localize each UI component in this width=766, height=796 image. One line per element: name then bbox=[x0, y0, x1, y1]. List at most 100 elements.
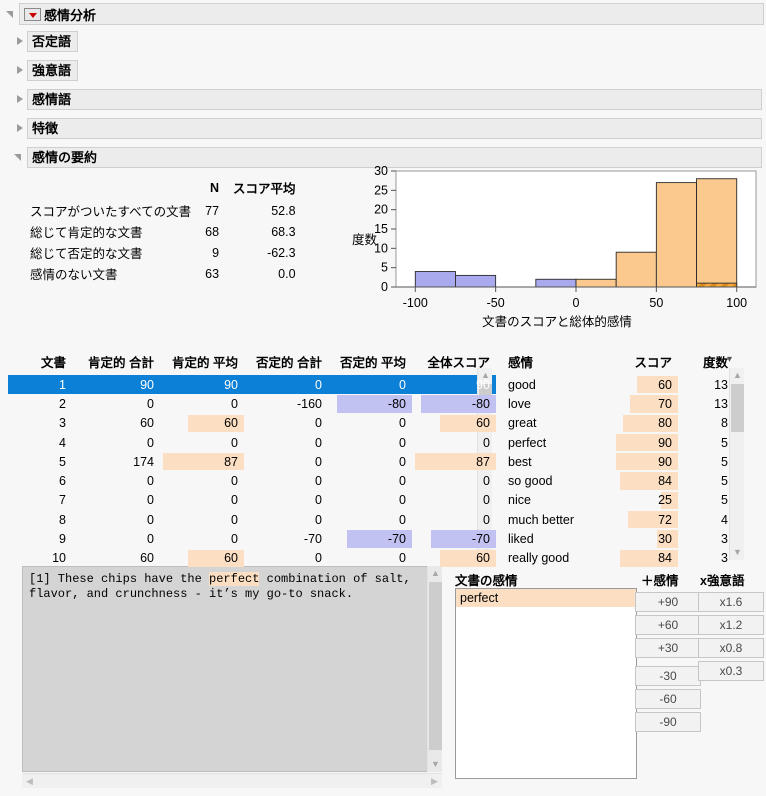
sentiment-terms-table[interactable]: 感情 スコア 度数 good 60 13 love 70 13 great 80 8 perfec… bbox=[508, 352, 730, 568]
scroll-up-icon[interactable]: ▲ bbox=[428, 566, 443, 581]
cell-value: -70 bbox=[303, 532, 322, 547]
table-row[interactable]: 1 90 90 0 0 90 bbox=[8, 375, 496, 395]
cell-value: 0 bbox=[147, 512, 154, 527]
cell-value: 10 bbox=[52, 551, 66, 566]
cell-count: 8 bbox=[678, 414, 730, 433]
disclosure-triangle-icon[interactable] bbox=[14, 65, 25, 76]
scrollbar-thumb[interactable] bbox=[429, 582, 442, 750]
sentiment-table-scrollbar[interactable]: ▲ ▼ bbox=[729, 368, 744, 560]
disclosure-triangle-icon[interactable] bbox=[14, 36, 25, 47]
amplifier-button-0-3[interactable]: x0.3 bbox=[698, 661, 764, 681]
chevron-down-icon[interactable]: ▾ bbox=[727, 354, 732, 365]
cell-value: 0 bbox=[399, 435, 406, 450]
column-header-neg-avg[interactable]: 否定的 平均 bbox=[328, 352, 412, 375]
score-button-plus-60[interactable]: +60 bbox=[635, 615, 701, 635]
cell-neg-avg: 0 bbox=[328, 414, 412, 433]
summary-statistics-table: N スコア平均 スコアがついたすべての文書 77 52.8 総じて肯定的な文書 … bbox=[30, 178, 296, 284]
cell-value: good bbox=[508, 377, 536, 392]
score-button-minus-60[interactable]: -60 bbox=[635, 689, 701, 709]
scroll-down-icon[interactable]: ▼ bbox=[730, 545, 745, 560]
score-button-plus-90[interactable]: +90 bbox=[635, 592, 701, 612]
stat-n: 77 bbox=[205, 203, 220, 218]
cell-pos-avg: 0 bbox=[160, 510, 244, 529]
score-button-minus-30[interactable]: -30 bbox=[635, 666, 701, 686]
scroll-down-icon[interactable]: ▼ bbox=[428, 757, 443, 772]
section-features[interactable]: 特徴 bbox=[10, 118, 762, 139]
cell-score: 84 bbox=[616, 549, 678, 568]
cell-neg-avg: 0 bbox=[328, 491, 412, 510]
list-item[interactable]: perfect bbox=[456, 589, 636, 607]
window-disclosure-triangle[interactable] bbox=[6, 9, 17, 20]
scroll-right-icon[interactable]: ▶ bbox=[427, 774, 442, 789]
cell-term: nice bbox=[508, 491, 616, 510]
table-header-row: 感情 スコア 度数 bbox=[508, 352, 730, 375]
scrollbar-thumb[interactable] bbox=[731, 384, 744, 432]
amplifier-button-1-6[interactable]: x1.6 bbox=[698, 592, 764, 612]
table-row[interactable]: 7 0 0 0 0 0 bbox=[8, 491, 496, 510]
title-bar: 感情分析 bbox=[19, 3, 764, 25]
scroll-left-icon[interactable]: ◀ bbox=[22, 774, 37, 789]
score-button-minus-90[interactable]: -90 bbox=[635, 712, 701, 732]
disclosure-triangle-icon[interactable] bbox=[14, 123, 25, 134]
column-header-pos-avg[interactable]: 肯定的 平均 bbox=[160, 352, 244, 375]
table-row[interactable]: 8 0 0 0 0 0 bbox=[8, 510, 496, 529]
table-row[interactable]: so good 84 5 bbox=[508, 471, 730, 490]
svg-text:-100: -100 bbox=[403, 296, 428, 310]
table-row[interactable]: 6 0 0 0 0 0 bbox=[8, 471, 496, 490]
cell-term: love bbox=[508, 394, 616, 413]
amplifier-button-0-8[interactable]: x0.8 bbox=[698, 638, 764, 658]
column-header-count[interactable]: 度数 bbox=[678, 352, 730, 375]
column-header-score[interactable]: スコア bbox=[616, 352, 678, 375]
table-row[interactable]: 2 0 0 -160 -80 -80 bbox=[8, 394, 496, 413]
table-row[interactable]: 5 174 87 0 0 87 bbox=[8, 452, 496, 471]
table-row[interactable]: liked 30 3 bbox=[508, 529, 730, 548]
table-row[interactable]: much better 72 4 bbox=[508, 510, 730, 529]
table-row[interactable]: 9 0 0 -70 -70 -70 bbox=[8, 529, 496, 548]
cell-count: 5 bbox=[678, 452, 730, 471]
table-row[interactable]: great 80 8 bbox=[508, 414, 730, 433]
column-header-doc[interactable]: 文書 bbox=[8, 352, 72, 375]
text-viewer-hscrollbar[interactable]: ◀ ▶ bbox=[22, 773, 442, 788]
table-row[interactable]: love 70 13 bbox=[508, 394, 730, 413]
column-header-neg-sum[interactable]: 否定的 合計 bbox=[244, 352, 328, 375]
amplifier-button-1-2[interactable]: x1.2 bbox=[698, 615, 764, 635]
text-viewer-vscrollbar[interactable]: ▲ ▼ bbox=[427, 566, 442, 772]
stat-mean: 52.8 bbox=[271, 203, 296, 218]
score-button-plus-30[interactable]: +30 bbox=[635, 638, 701, 658]
cell-pos-avg: 0 bbox=[160, 529, 244, 548]
cell-neg-avg: 0 bbox=[328, 433, 412, 452]
document-scores-table[interactable]: 文書 肯定的 合計 肯定的 平均 否定的 合計 否定的 平均 全体スコア 1 90… bbox=[8, 352, 496, 568]
cell-value: 0 bbox=[483, 512, 490, 527]
table-row[interactable]: nice 25 5 bbox=[508, 491, 730, 510]
section-sentiment-terms[interactable]: 感情語 bbox=[10, 89, 762, 110]
table-row[interactable]: 3 60 60 0 0 60 bbox=[8, 414, 496, 433]
table-row[interactable]: perfect 90 5 bbox=[508, 433, 730, 452]
svg-text:10: 10 bbox=[374, 241, 388, 255]
cell-value: 3 bbox=[721, 551, 728, 566]
stat-label: 感情のない文書 bbox=[30, 268, 118, 282]
cell-value: 60 bbox=[224, 551, 238, 566]
column-header-term[interactable]: 感情 bbox=[508, 352, 616, 375]
table-row[interactable]: good 60 13 bbox=[508, 375, 730, 394]
disclosure-triangle-icon[interactable] bbox=[14, 94, 25, 105]
cell-overall: -70 bbox=[412, 529, 496, 548]
cell-value: 0 bbox=[399, 474, 406, 489]
cell-value: 90 bbox=[224, 377, 238, 392]
disclosure-triangle-icon[interactable] bbox=[14, 152, 25, 163]
section-intensifier[interactable]: 強意語 bbox=[10, 60, 762, 81]
doc-sentiment-list[interactable]: perfect bbox=[455, 588, 637, 779]
scroll-up-icon[interactable]: ▲ bbox=[730, 368, 745, 383]
document-text-viewer[interactable]: [1] These chips have the perfect combina… bbox=[22, 566, 440, 772]
section-negation[interactable]: 否定語 bbox=[10, 31, 762, 52]
table-row[interactable]: 4 0 0 0 0 0 bbox=[8, 433, 496, 452]
cell-value: 5 bbox=[721, 454, 728, 469]
table-row[interactable]: really good 84 3 bbox=[508, 549, 730, 568]
red-triangle-menu-icon[interactable] bbox=[24, 7, 41, 21]
cell-pos-sum: 0 bbox=[72, 491, 160, 510]
cell-value: 0 bbox=[315, 416, 322, 431]
cell-pos-avg: 87 bbox=[160, 452, 244, 471]
column-header-pos-sum[interactable]: 肯定的 合計 bbox=[72, 352, 160, 375]
section-label: 強意語 bbox=[27, 60, 79, 81]
table-row[interactable]: best 90 5 bbox=[508, 452, 730, 471]
cell-doc: 7 bbox=[8, 491, 72, 510]
